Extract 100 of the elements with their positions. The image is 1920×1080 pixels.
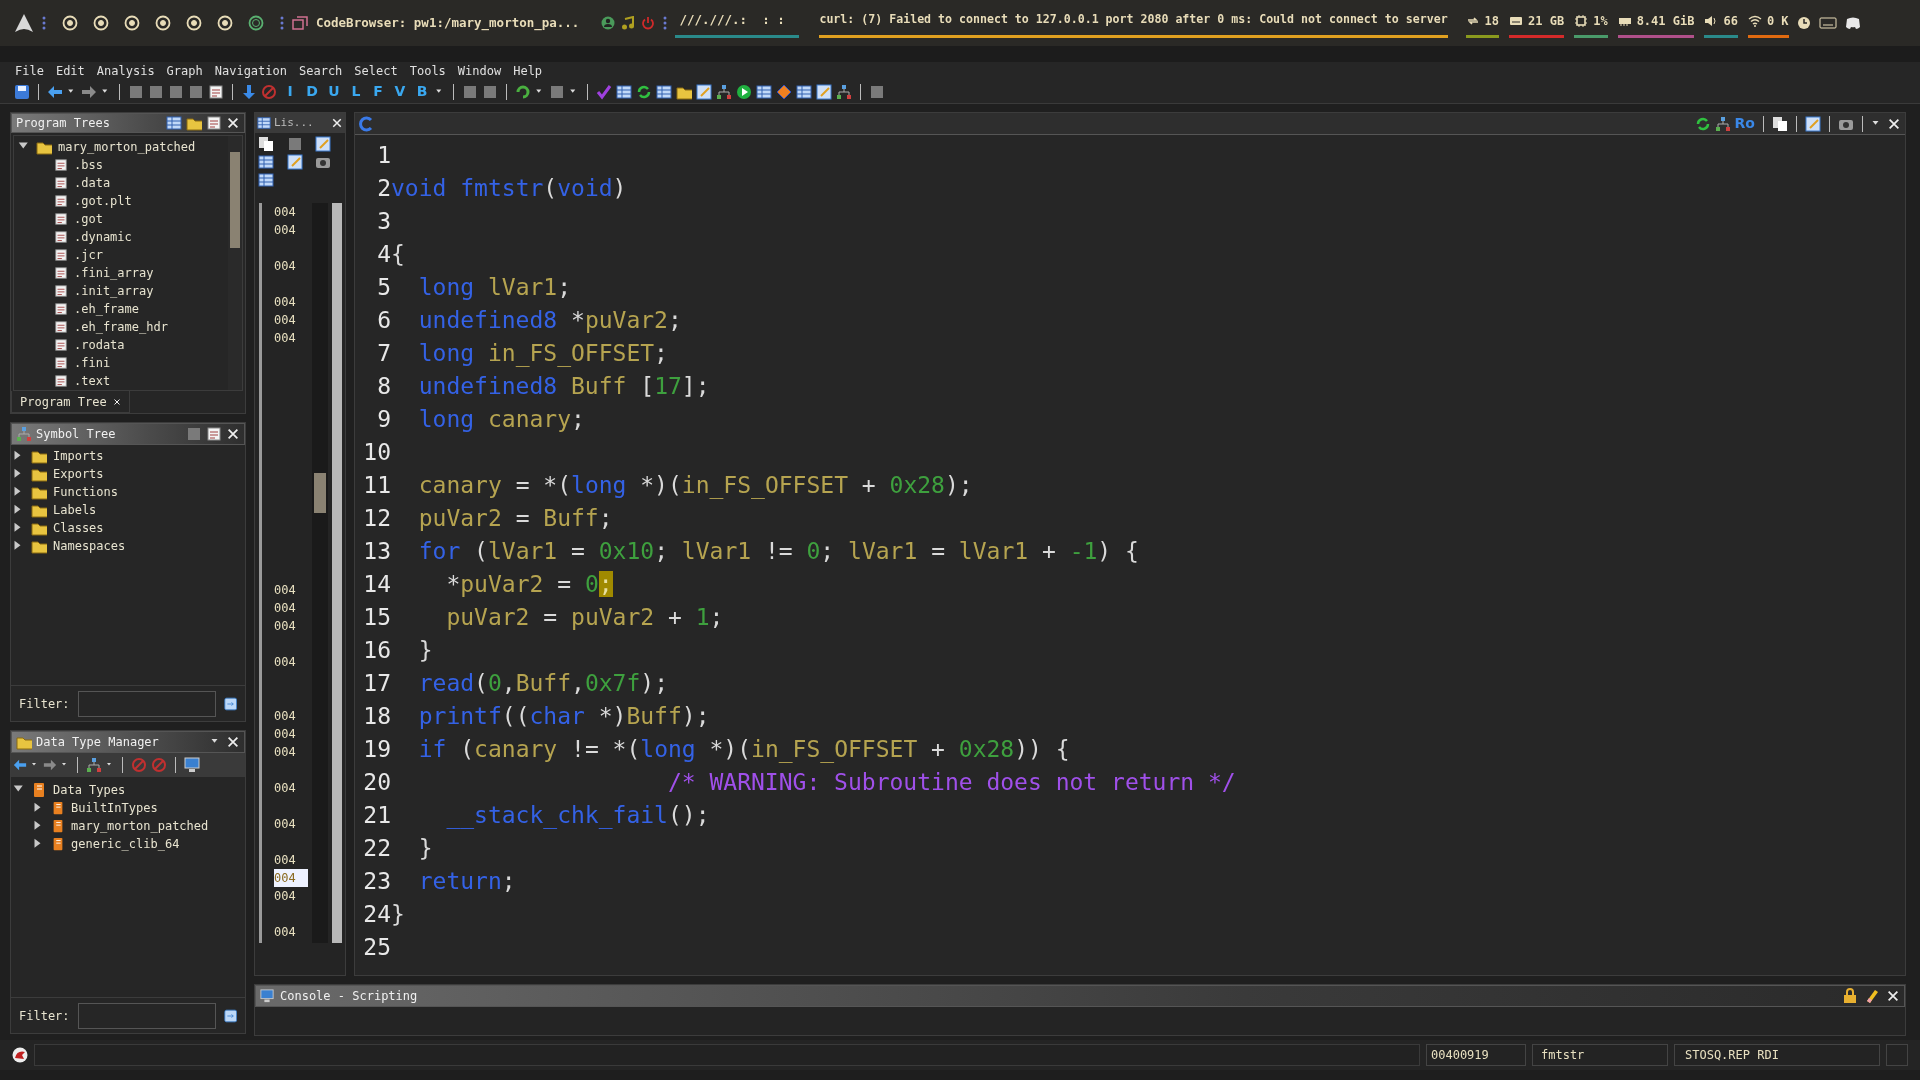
down-arrow-icon[interactable] (241, 83, 257, 100)
address-text[interactable]: 004 (274, 203, 308, 221)
tree-item[interactable]: .dynamic (74, 228, 132, 246)
app-logo-icon[interactable] (12, 1047, 28, 1063)
menu-item[interactable]: Graph (165, 62, 204, 80)
scrollbar[interactable] (312, 203, 328, 943)
tree-icon[interactable] (836, 83, 852, 100)
table-icon[interactable] (258, 154, 274, 170)
diamond-icon[interactable] (776, 83, 792, 100)
address-text[interactable]: 004 (274, 779, 308, 797)
no-entry-icon[interactable] (261, 83, 277, 100)
close-icon[interactable] (1887, 116, 1901, 131)
close-icon[interactable] (226, 427, 240, 441)
tree-icon[interactable] (1714, 115, 1731, 132)
menu-item[interactable]: Tools (408, 62, 447, 80)
tree-item[interactable]: .data (74, 174, 111, 192)
tree-item[interactable]: Labels (53, 501, 97, 519)
address-text[interactable]: 004 (274, 887, 308, 905)
tree-item[interactable]: mary_morton_patched (58, 138, 196, 156)
filter-options-icon[interactable] (223, 695, 237, 712)
menu-item[interactable]: Select (353, 62, 399, 80)
menu-item[interactable]: Edit (54, 62, 86, 80)
table-icon[interactable] (756, 83, 772, 100)
tree-item[interactable]: Imports (53, 447, 104, 465)
tree-item[interactable]: Functions (53, 483, 119, 501)
address-text[interactable]: 004 (274, 851, 308, 869)
menu-item[interactable]: Help (512, 62, 544, 80)
table-icon[interactable] (258, 172, 274, 188)
address-text[interactable]: 004 (274, 923, 308, 941)
address-text[interactable]: 004 (274, 707, 308, 725)
tree-item[interactable]: .jcr (74, 246, 103, 264)
tree-item[interactable]: generic_clib_64 (71, 835, 180, 853)
status-indicator[interactable]: 66 (1704, 8, 1738, 38)
tree-item[interactable]: Data Types (53, 781, 126, 799)
toolbar-button[interactable]: Ro (1734, 113, 1755, 134)
table-icon[interactable] (796, 83, 812, 100)
toolbar-button[interactable]: B (413, 81, 431, 102)
close-icon[interactable] (226, 116, 240, 130)
undo-icon[interactable] (515, 83, 531, 100)
status-indicator[interactable]: 18 (1465, 8, 1500, 38)
address-text[interactable]: 004 (274, 617, 308, 635)
address-text[interactable]: 004 (274, 293, 308, 311)
tree-icon[interactable] (86, 757, 102, 773)
person-icon[interactable] (601, 16, 616, 30)
panel-tab[interactable]: Program Tree (11, 391, 130, 413)
tree-item[interactable]: .got.plt (74, 192, 132, 210)
music-icon[interactable] (621, 16, 636, 30)
status-indicator[interactable]: 21 GB (1509, 8, 1565, 38)
new-tree-icon[interactable] (166, 115, 182, 131)
folder-icon[interactable] (186, 115, 202, 131)
copy-icon[interactable] (258, 136, 274, 152)
address-text[interactable]: 004 (274, 329, 308, 347)
back-arrow-icon[interactable] (13, 758, 27, 772)
address-text[interactable]: 004 (274, 257, 308, 275)
address-text[interactable]: 004 (274, 599, 308, 617)
status-indicator[interactable]: 0 K (1747, 8, 1789, 38)
tree-item[interactable]: .rodata (74, 336, 125, 354)
tree-icon[interactable] (716, 83, 732, 100)
window-icon[interactable] (184, 757, 200, 773)
decompiler-icon[interactable] (359, 115, 375, 132)
menu-item[interactable]: Search (298, 62, 344, 80)
toolbar-button[interactable]: U (325, 81, 343, 102)
address-text[interactable]: 004 (274, 869, 308, 887)
tree-item[interactable]: .text (74, 372, 111, 390)
table-icon[interactable] (656, 83, 672, 100)
menu-item[interactable]: Window (456, 62, 503, 80)
tree-item[interactable]: .eh_frame_hdr (74, 318, 168, 336)
filter-field[interactable] (77, 1002, 216, 1029)
toolbar-button[interactable]: F (369, 81, 387, 102)
tree-item[interactable]: .eh_frame (74, 300, 140, 318)
chat-app-icon[interactable] (1844, 16, 1861, 30)
address-text[interactable]: 004 (274, 743, 308, 761)
tree-item[interactable]: mary_morton_patched (71, 817, 209, 835)
menu-item[interactable]: File (14, 62, 45, 80)
refresh-icon[interactable] (1694, 115, 1711, 132)
lock-icon[interactable] (1842, 988, 1858, 1004)
tree-item[interactable]: .fini_array (74, 264, 154, 282)
menu-item[interactable]: Navigation (213, 62, 288, 80)
toolbar-button[interactable]: I (281, 81, 299, 102)
copy-icon[interactable] (1772, 115, 1788, 132)
toolbar-button[interactable]: L (347, 81, 365, 102)
filter-options-icon[interactable] (223, 1007, 237, 1024)
forward-arrow-icon[interactable] (81, 83, 97, 100)
save-icon[interactable] (14, 83, 30, 100)
menu-item[interactable]: Analysis (95, 62, 156, 80)
address-text[interactable]: 004 (274, 653, 308, 671)
toolbar-button[interactable]: V (391, 81, 409, 102)
close-icon[interactable] (1886, 989, 1900, 1003)
toolbar-button[interactable]: D (303, 81, 321, 102)
filter-field[interactable] (77, 690, 216, 717)
tree-item[interactable]: Classes (53, 519, 104, 537)
close-icon[interactable] (331, 117, 343, 129)
tree-item[interactable]: Namespaces (53, 537, 126, 555)
close-icon[interactable] (112, 397, 121, 406)
close-icon[interactable] (226, 735, 240, 749)
tree-item[interactable]: .got (74, 210, 103, 228)
refresh-icon[interactable] (636, 83, 652, 100)
address-text[interactable]: 004 (274, 311, 308, 329)
play-icon[interactable] (736, 83, 752, 100)
tree-item[interactable]: .bss (74, 156, 103, 174)
